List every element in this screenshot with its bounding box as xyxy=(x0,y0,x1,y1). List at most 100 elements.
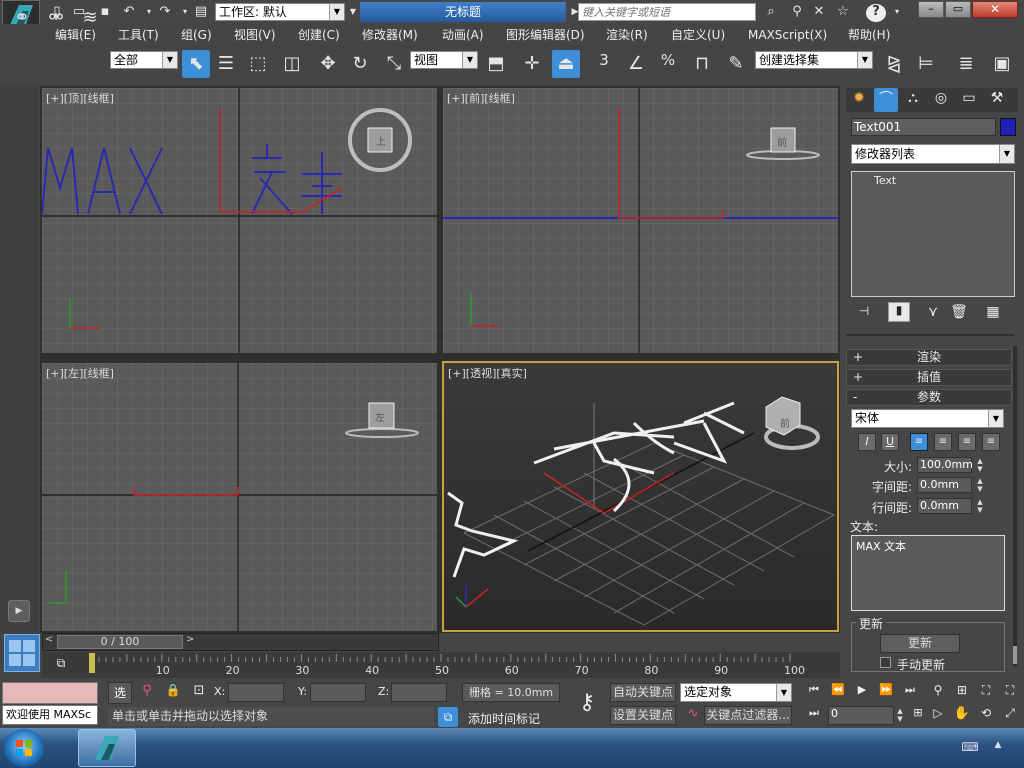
menu-tools[interactable]: 工具(T) xyxy=(118,26,159,45)
maximize-viewport-icon[interactable]: ⤢ xyxy=(1000,706,1020,724)
go-to-start-icon[interactable]: ⏮ xyxy=(804,683,824,701)
percent-snap-icon[interactable]: % xyxy=(654,46,682,74)
object-color-swatch[interactable] xyxy=(1000,118,1016,136)
frame-display[interactable]: 0 / 100 xyxy=(57,635,183,649)
start-button[interactable] xyxy=(4,729,44,767)
edit-named-selection-icon[interactable]: ✎ xyxy=(722,50,750,78)
panel-scrollbar[interactable] xyxy=(1013,346,1017,666)
auto-key-button[interactable]: 自动关键点 xyxy=(610,683,676,702)
key-filters-button[interactable]: 关键点过滤器... xyxy=(704,706,792,725)
align-left-icon[interactable]: ≡ xyxy=(910,433,928,451)
maximize-button[interactable]: ▭ xyxy=(945,1,971,18)
track-bar[interactable]: 10 20 30 40 50 60 70 80 90 100 xyxy=(42,652,840,678)
rollout-render[interactable]: + 渲染 xyxy=(846,349,1012,366)
undo-icon[interactable]: ↶ xyxy=(120,4,138,20)
favorites-star-icon[interactable]: ☆ xyxy=(834,4,852,20)
align-icon[interactable]: ⊨ xyxy=(912,50,940,78)
pin-stack-icon[interactable]: ⊣ xyxy=(852,304,876,322)
maxscript-listener-color[interactable] xyxy=(2,682,98,704)
keyboard-tray-icon[interactable]: ⌨ xyxy=(960,740,980,756)
absolute-mode-icon[interactable]: ⊡ xyxy=(190,683,208,701)
welcome-field[interactable]: 欢迎使用 MAXSc xyxy=(2,705,98,725)
modify-tab-icon[interactable]: ⌒ xyxy=(874,88,898,112)
window-crossing-icon[interactable]: ◫ xyxy=(278,50,306,78)
spinner-icon[interactable]: ▲ ▼ xyxy=(976,477,984,493)
redo-icon[interactable]: ↷ xyxy=(156,4,174,20)
zoom-extents-all-icon[interactable]: ⛶ xyxy=(1000,683,1020,701)
viewport-label[interactable]: [+][前][线框] xyxy=(447,90,515,106)
spinner-icon[interactable]: ▲ ▼ xyxy=(976,498,984,514)
time-tag-icon[interactable]: ⧉ xyxy=(438,707,458,727)
y-coordinate[interactable] xyxy=(310,683,366,702)
minimize-button[interactable]: – xyxy=(918,1,944,18)
lock-selection-icon[interactable]: 🔒 xyxy=(165,683,181,701)
time-next-icon[interactable]: > xyxy=(186,634,194,645)
menu-maxscript[interactable]: MAXScript(X) xyxy=(748,26,827,45)
key-mode-icon[interactable]: ⏭ xyxy=(804,706,824,724)
named-selection-dropdown[interactable]: 创建选择集 ▼ xyxy=(755,51,873,69)
select-manipulate-icon[interactable]: ✛ xyxy=(518,50,546,78)
x-coordinate[interactable] xyxy=(228,683,284,702)
menu-create[interactable]: 创建(C) xyxy=(298,26,340,45)
menu-views[interactable]: 视图(V) xyxy=(234,26,276,45)
rect-selection-icon[interactable]: ⬚ xyxy=(244,50,272,78)
show-end-result-icon[interactable]: ▮ xyxy=(888,302,910,322)
viewport-front[interactable]: [+][前][线框] 前 xyxy=(443,88,838,353)
current-frame-input[interactable]: 0 xyxy=(828,706,894,725)
text-input-area[interactable]: MAX 文本 xyxy=(851,535,1005,611)
ref-coord-dropdown[interactable]: 视图 ▼ xyxy=(410,51,478,69)
menu-animation[interactable]: 动画(A) xyxy=(442,26,484,45)
mirror-icon[interactable]: ⧎ xyxy=(880,50,908,78)
spinner-snap-icon[interactable]: ⊓ xyxy=(688,50,716,78)
menu-group[interactable]: 组(G) xyxy=(181,26,212,45)
key-filter-curve-icon[interactable]: ∿ xyxy=(683,706,703,725)
spinner-icon[interactable]: ▲ ▼ xyxy=(976,457,984,473)
set-key-button[interactable]: 设置关键点 xyxy=(610,706,676,725)
viewport-perspective[interactable]: [+][透视][真实] 前 xyxy=(442,361,839,632)
modifier-list-dropdown[interactable]: 修改器列表 ▼ xyxy=(851,144,1015,164)
hierarchy-tab-icon[interactable]: ⛬ xyxy=(902,90,924,112)
viewport-top[interactable]: [+][顶][线框] 上 xyxy=(42,88,437,353)
scale-icon[interactable]: ⤡ xyxy=(380,50,408,78)
viewport-layout-icon[interactable] xyxy=(4,634,40,672)
pan-icon[interactable]: ✋ xyxy=(952,706,972,724)
zoom-icon[interactable]: ⚲ xyxy=(928,683,948,701)
angle-snap-icon[interactable]: ∠ xyxy=(622,50,650,78)
keyboard-shortcut-override-icon[interactable]: ⏏ xyxy=(552,50,580,78)
previous-frame-icon[interactable]: ⏪ xyxy=(828,683,848,701)
kerning-input[interactable]: 0.0mm xyxy=(917,477,972,493)
play-icon[interactable]: ▶ xyxy=(852,683,872,701)
help-dropdown-icon[interactable]: ▾ xyxy=(888,4,906,20)
time-configuration-icon[interactable]: ⊞ xyxy=(908,706,928,724)
zoom-extents-icon[interactable]: ⛶ xyxy=(976,683,996,701)
leading-input[interactable]: 0.0mm xyxy=(917,498,972,514)
viewport-label[interactable]: [+][左][线框] xyxy=(46,365,114,381)
binoculars-icon[interactable]: ⌕ xyxy=(762,4,780,20)
move-icon[interactable]: ✥ xyxy=(314,50,342,78)
menu-help[interactable]: 帮助(H) xyxy=(848,26,890,45)
search-input[interactable] xyxy=(579,4,755,20)
rollout-interpolation[interactable]: + 插值 xyxy=(846,369,1012,386)
stack-item-text[interactable]: Text xyxy=(874,174,896,187)
taskbar-3dsmax[interactable] xyxy=(78,729,136,767)
workspace-dropdown[interactable]: 工作区: 默认 ▼ xyxy=(215,3,345,21)
motion-tab-icon[interactable]: ◎ xyxy=(930,90,952,112)
menu-graph-editors[interactable]: 图形编辑器(D) xyxy=(506,26,585,45)
configure-sets-icon[interactable]: ▦ xyxy=(982,304,1004,322)
time-slider[interactable]: < 0 / 100 > xyxy=(42,633,439,651)
align-right-icon[interactable]: ≡ xyxy=(958,433,976,451)
update-button[interactable]: 更新 xyxy=(880,634,960,653)
pivot-center-icon[interactable]: ⬒ xyxy=(482,50,510,78)
display-tab-icon[interactable]: ▭ xyxy=(958,90,980,112)
utilities-tab-icon[interactable]: ⚒ xyxy=(986,90,1008,112)
modifier-stack[interactable]: Text xyxy=(851,171,1015,297)
underline-button[interactable]: U xyxy=(881,433,899,451)
key-icon[interactable]: ⚲ xyxy=(788,4,806,20)
viewport-left[interactable]: [+][左][线框] 左 xyxy=(42,363,437,631)
communication-icon[interactable]: ✕ xyxy=(810,4,828,20)
unlink-icon[interactable]: ⚮ xyxy=(42,4,70,32)
select-by-name-icon[interactable]: ☰ xyxy=(212,50,240,78)
viewport-label[interactable]: [+][顶][线框] xyxy=(46,90,114,106)
create-tab-icon[interactable]: ✹ xyxy=(848,90,870,112)
justify-icon[interactable]: ≡ xyxy=(982,433,1000,451)
